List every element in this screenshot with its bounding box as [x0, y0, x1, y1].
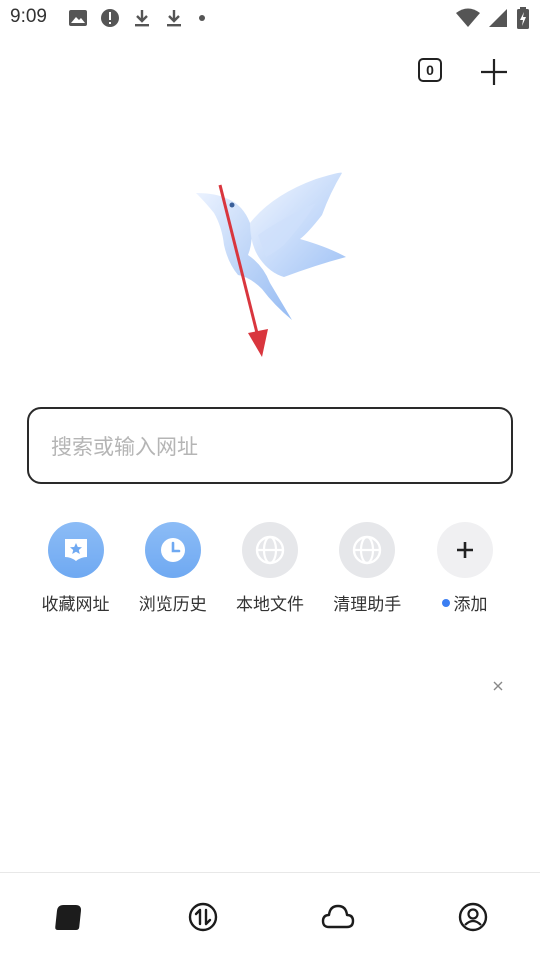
shortcut-label: 清理助手 [333, 595, 402, 615]
shortcut-bookmarks[interactable]: 收藏网址 [27, 522, 124, 615]
signal-icon [489, 9, 507, 27]
home-icon [54, 905, 81, 930]
new-tab-button[interactable] [478, 56, 510, 88]
download-icon [167, 10, 181, 27]
wifi-icon [456, 8, 480, 27]
status-bar: 9:09 [0, 0, 540, 36]
history-icon [144, 522, 201, 578]
battery-icon [517, 7, 529, 29]
plus-icon [436, 522, 493, 578]
bookmark-icon [47, 522, 104, 578]
nav-transfer[interactable] [183, 897, 223, 937]
nav-cloud[interactable] [318, 897, 358, 937]
globe-icon [242, 522, 298, 578]
search-placeholder: 搜索或输入网址 [51, 434, 198, 459]
close-icon[interactable] [490, 678, 506, 694]
shortcut-cleaner[interactable]: 清理助手 [319, 522, 416, 615]
search-input[interactable]: 搜索或输入网址 [27, 407, 513, 484]
shortcut-label: 本地文件 [236, 595, 304, 615]
shortcut-add-label: 添加 [453, 595, 488, 615]
shortcut-add[interactable]: 添加 [416, 522, 513, 615]
transfer-icon [188, 902, 217, 932]
nav-profile[interactable] [453, 897, 493, 937]
shortcut-history[interactable]: 浏览历史 [124, 522, 221, 615]
dot-icon [199, 15, 205, 21]
status-time: 9:09 [10, 6, 47, 27]
image-icon [69, 10, 87, 26]
cloud-icon [321, 904, 354, 929]
nav-home[interactable] [48, 897, 88, 937]
system-icons [456, 7, 530, 29]
shortcut-grid: 收藏网址 浏览历史 本地文件 清理助手 添加 [27, 522, 513, 615]
browser-logo [196, 172, 346, 357]
download-icon [135, 10, 149, 27]
shortcut-label: 收藏网址 [41, 595, 110, 615]
new-indicator-dot [441, 598, 450, 607]
bottom-nav [0, 872, 540, 961]
alert-icon [101, 9, 119, 27]
profile-icon [458, 902, 487, 932]
tab-count-button[interactable]: 0 [418, 58, 442, 82]
shortcut-label: 浏览历史 [138, 595, 207, 615]
shortcut-local-files[interactable]: 本地文件 [222, 522, 319, 615]
globe-icon [339, 522, 396, 578]
notification-icons [68, 8, 208, 28]
shortcut-label: 添加 [441, 590, 488, 615]
